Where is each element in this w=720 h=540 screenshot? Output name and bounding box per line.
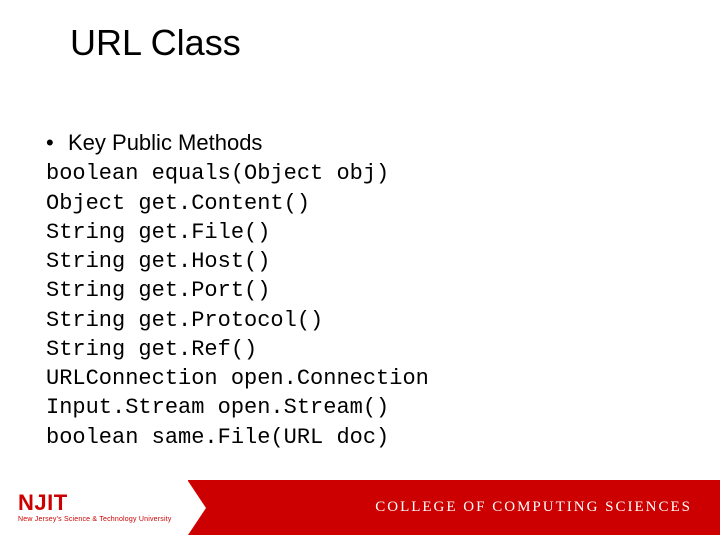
bullet-item: •Key Public Methods xyxy=(46,128,680,157)
slide: URL Class •Key Public Methods boolean eq… xyxy=(0,0,720,540)
code-line: URLConnection open.Connection xyxy=(46,364,680,393)
code-line: String get.Ref() xyxy=(46,335,680,364)
logo-main: NJIT xyxy=(18,492,172,514)
footer-bar: NJIT New Jersey's Science & Technology U… xyxy=(0,480,720,535)
slide-title: URL Class xyxy=(70,22,241,64)
code-line: Input.Stream open.Stream() xyxy=(46,393,680,422)
code-line: String get.File() xyxy=(46,218,680,247)
code-line: String get.Protocol() xyxy=(46,306,680,335)
code-line: boolean same.File(URL doc) xyxy=(46,423,680,452)
code-line: boolean equals(Object obj) xyxy=(46,159,680,188)
bullet-icon: • xyxy=(46,128,68,157)
logo-sub: New Jersey's Science & Technology Univer… xyxy=(18,516,172,524)
code-line: String get.Port() xyxy=(46,276,680,305)
triangle-divider-icon xyxy=(188,481,206,535)
code-line: String get.Host() xyxy=(46,247,680,276)
college-name: COLLEGE OF COMPUTING SCIENCES xyxy=(375,499,692,516)
code-line: Object get.Content() xyxy=(46,189,680,218)
slide-body: •Key Public Methods boolean equals(Objec… xyxy=(46,128,680,452)
njit-logo: NJIT New Jersey's Science & Technology U… xyxy=(0,480,188,535)
bullet-label: Key Public Methods xyxy=(68,130,262,155)
